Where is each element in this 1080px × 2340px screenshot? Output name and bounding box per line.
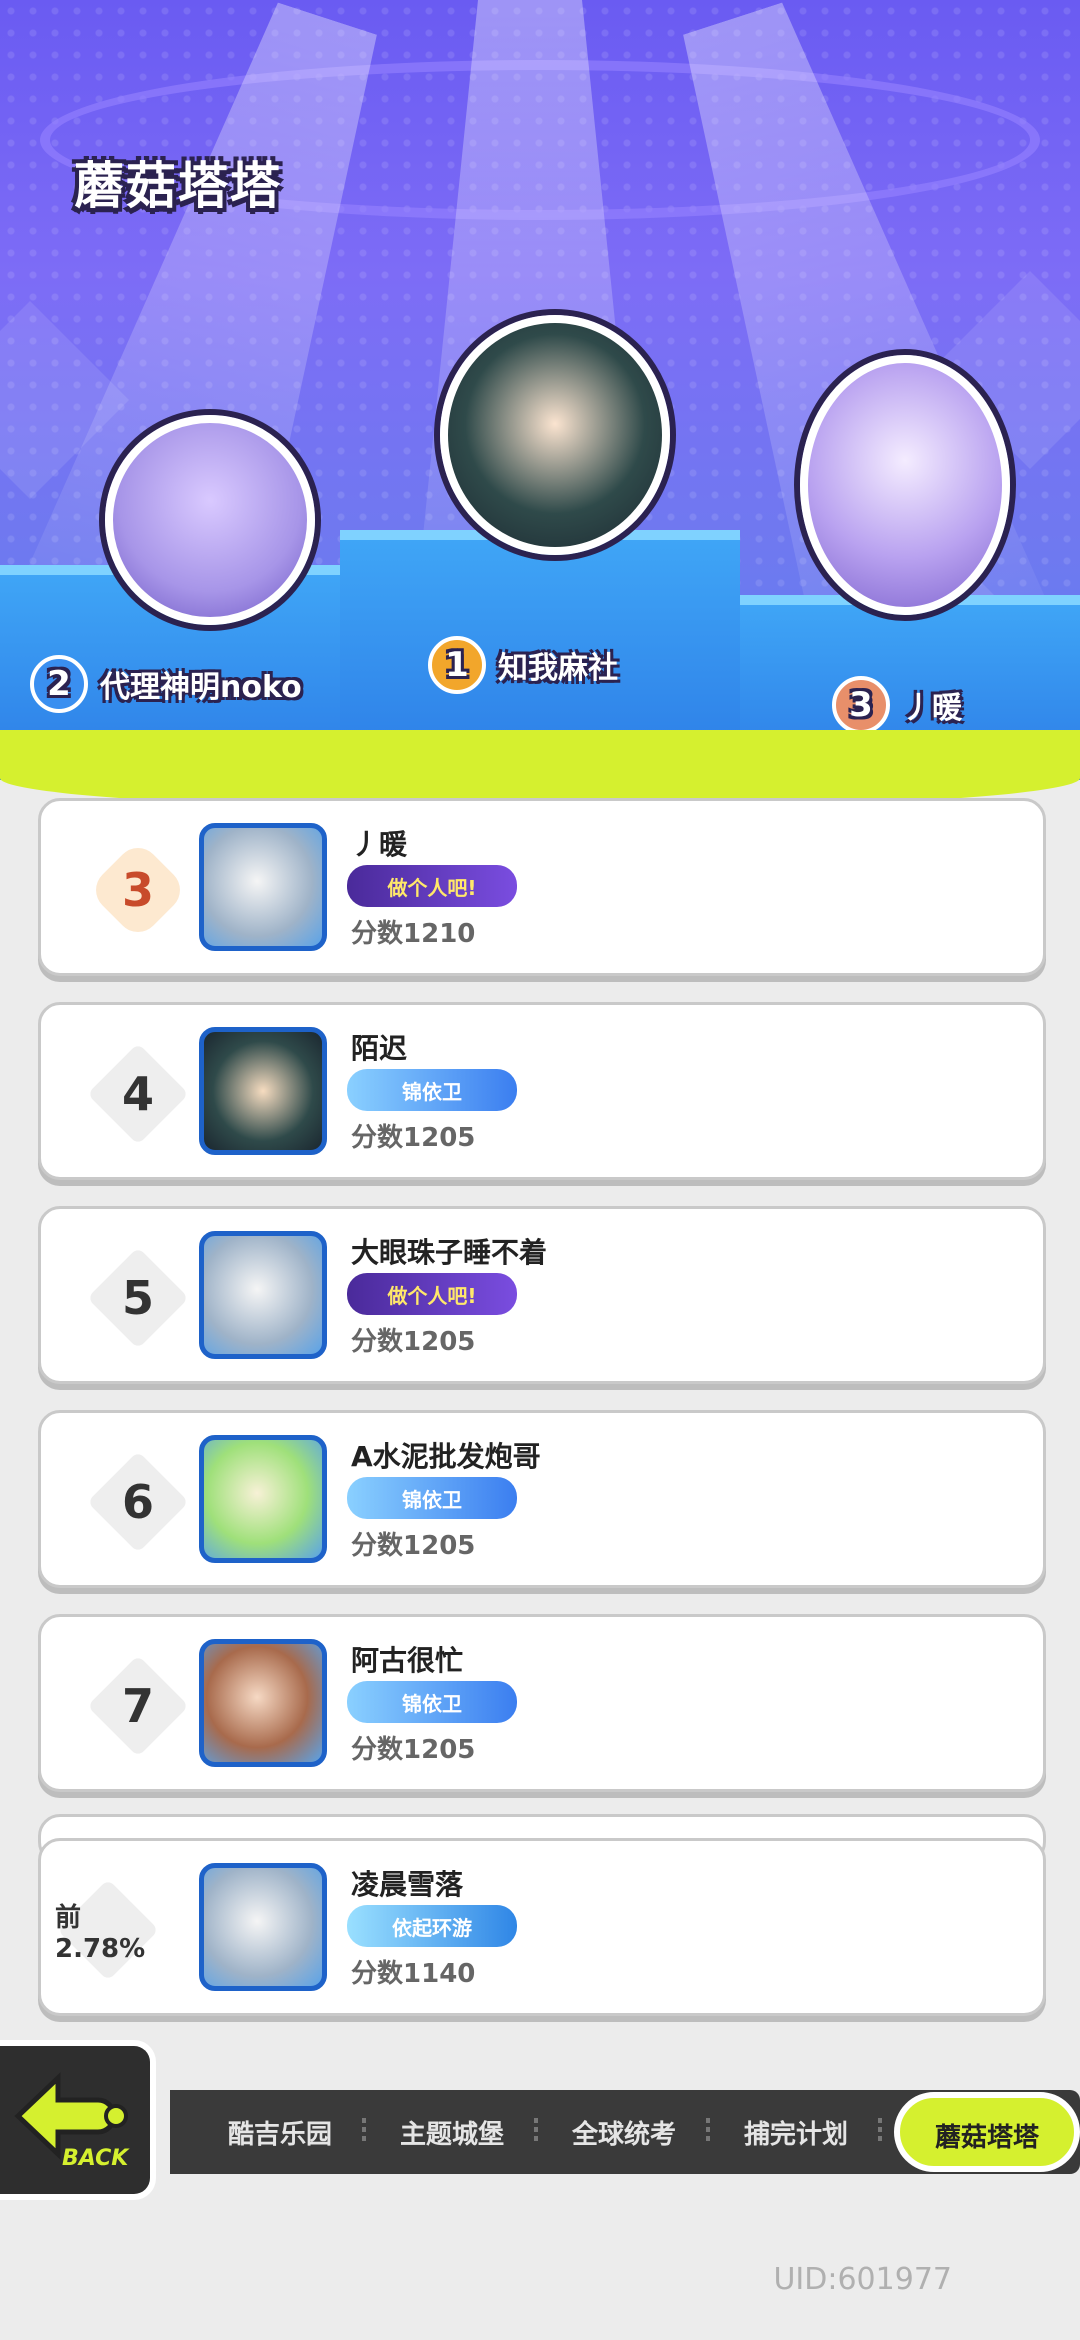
avatar[interactable] [199,1231,327,1359]
score-label: 分数 [351,1531,404,1561]
rank-number: 7 [121,1679,154,1733]
score-value: 1205 [403,1531,476,1561]
score-text: 分数1210 [351,913,475,950]
tab-global-exam[interactable]: 全球统考 [538,2114,710,2151]
podium-name-second: 代理神明noko [100,670,302,705]
title-tag: 锦依卫 [347,1477,517,1519]
leaderboard-row[interactable]: 3 丿暖 做个人吧! 分数1210 [38,798,1046,976]
rank-cell: 7 [85,1653,191,1759]
player-name: 陌迟 [351,1032,408,1065]
my-rank-row[interactable]: 前2.78% 凌晨雪落 依起环游 分数1140 [38,1838,1046,2016]
score-value: 1205 [403,1735,476,1765]
score-value: 1140 [403,1959,476,1989]
tab-theme-castle[interactable]: 主题城堡 [366,2114,538,2151]
podium-header: 蘑菇塔塔 2 代理神明noko 1 知我麻社 3 丿暖 [0,0,1080,780]
title-tag: 锦依卫 [347,1681,517,1723]
score-label: 分数 [351,1735,404,1765]
rank-cell: 6 [85,1449,191,1555]
rank-number: 5 [121,1271,154,1325]
rank-cell: 3 [85,837,191,943]
rank-percentile: 前2.78% [55,1902,146,1964]
user-id: UID:601977 [773,2262,952,2297]
score-value: 1210 [403,919,476,949]
score-text: 分数1205 [351,1321,475,1358]
rank-cell: 5 [85,1245,191,1351]
leaderboard-row[interactable]: 5 大眼珠子睡不着 做个人吧! 分数1205 [38,1206,1046,1384]
back-label: BACK [62,2146,129,2171]
title-tag: 锦依卫 [347,1069,517,1111]
score-value: 1205 [403,1327,476,1357]
tab-kuji-park[interactable]: 酷吉乐园 [194,2114,366,2151]
avatar[interactable] [199,823,327,951]
tab-mushroom-tower[interactable]: 蘑菇塔塔 [894,2092,1080,2172]
rank-number: 3 [121,863,154,917]
page-title: 蘑菇塔塔 [74,157,282,215]
rank-cell: 前2.78% [55,1877,161,1983]
leaderboard-row[interactable]: 4 陌迟 锦依卫 分数1205 [38,1002,1046,1180]
player-name: 凌晨雪落 [351,1868,464,1901]
avatar[interactable] [199,1639,327,1767]
podium-entry-third[interactable]: 3 丿暖 [832,676,962,734]
podium-entry-second[interactable]: 2 代理神明noko [30,655,302,713]
avatar-third[interactable] [800,355,1010,615]
player-name: 阿古很忙 [351,1644,464,1677]
score-text: 分数1205 [351,1729,475,1766]
tab-catch-plan[interactable]: 捕完计划 [710,2114,882,2151]
podium-name-third: 丿暖 [902,691,962,726]
title-tag: 做个人吧! [347,1273,517,1315]
rank-number: 4 [121,1067,154,1121]
avatar-second[interactable] [105,415,315,625]
avatar[interactable] [199,1863,327,1991]
score-label: 分数 [351,1959,404,1989]
score-text: 分数1205 [351,1525,475,1562]
rank-two-badge: 2 [30,655,88,713]
rank-number: 6 [121,1475,154,1529]
podium-entry-first[interactable]: 1 知我麻社 [428,636,618,694]
player-name: A水泥批发炮哥 [351,1440,541,1473]
rank-one-badge: 1 [428,636,486,694]
score-label: 分数 [351,1327,404,1357]
title-tag: 做个人吧! [347,865,517,907]
leaderboard-row[interactable]: 6 A水泥批发炮哥 锦依卫 分数1205 [38,1410,1046,1588]
leaderboard-screen: 蘑菇塔塔 2 代理神明noko 1 知我麻社 3 丿暖 3 丿暖 做个人吧! 分… [0,0,1080,2340]
avatar[interactable] [199,1027,327,1155]
score-value: 1205 [403,1123,476,1153]
podium-name-first: 知我麻社 [498,651,618,686]
rank-three-badge: 3 [832,676,890,734]
avatar-first[interactable] [440,315,670,555]
score-label: 分数 [351,919,404,949]
leaderboard-row[interactable]: 7 阿古很忙 锦依卫 分数1205 [38,1614,1046,1792]
player-name: 大眼珠子睡不着 [351,1236,548,1269]
score-text: 分数1140 [351,1953,475,1990]
player-name: 丿暖 [351,828,408,861]
title-tag: 依起环游 [347,1905,517,1947]
bottom-tab-bar: 酷吉乐园 主题城堡 全球统考 捕完计划 蘑菇塔塔 [170,2090,1080,2174]
score-text: 分数1205 [351,1117,475,1154]
avatar[interactable] [199,1435,327,1563]
score-label: 分数 [351,1123,404,1153]
rank-cell: 4 [85,1041,191,1147]
back-button[interactable]: BACK [0,2040,156,2200]
